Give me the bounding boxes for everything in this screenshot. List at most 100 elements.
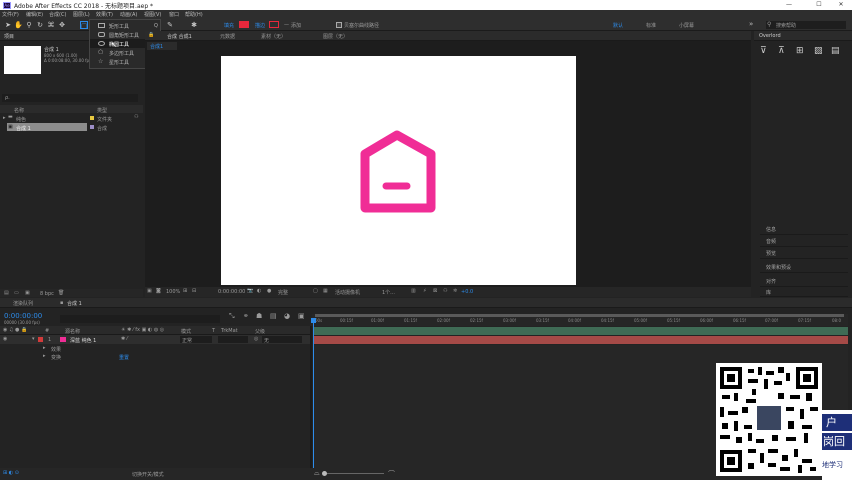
zoom-slider[interactable] [324, 473, 384, 474]
bezier-checkbox[interactable] [336, 22, 342, 28]
search-help-input[interactable]: 搜索帮助 [776, 22, 796, 29]
tab-composition[interactable]: 合成 合成1 [167, 33, 192, 40]
always-preview-icon[interactable]: ▣ [147, 288, 152, 294]
resolution-dropdown[interactable]: 完整 [278, 289, 288, 296]
table-row[interactable]: ▸ ▬ 纯色 文件夹 ⚇ [0, 114, 143, 123]
menu-window[interactable]: 窗口 [169, 11, 179, 18]
panel-effects-presets[interactable]: 效果和预设 [760, 262, 848, 273]
layer-row[interactable]: ◉ ▾ 1 深蓝 纯色 1 ✱ ⁄ 正常 ◎ 无 [0, 335, 312, 344]
layer-name[interactable]: 深蓝 纯色 1 [70, 337, 96, 344]
reset-link[interactable]: 重置 [119, 354, 129, 361]
add-label[interactable]: 添加 [291, 22, 301, 29]
menu-animation[interactable]: 动画(A) [120, 11, 137, 18]
zoom-out-icon[interactable]: ⌓ [314, 469, 320, 478]
tab-comp-1[interactable]: 合成 1 [67, 300, 82, 307]
fill-label[interactable]: 填充 [224, 22, 234, 29]
import-icon[interactable]: ▤ [831, 46, 840, 56]
workspace-default[interactable]: 默认 [613, 22, 623, 29]
col-parent[interactable]: 父级 [255, 328, 265, 335]
pan-behind-tool-icon[interactable]: ✥ [58, 21, 66, 29]
work-area-bar[interactable] [315, 314, 844, 317]
expand-icon[interactable]: ▸ [43, 345, 46, 351]
toggle-switches-modes[interactable]: 切换开关/模式 [132, 471, 164, 478]
push-up-icon[interactable]: ⊼ [778, 46, 785, 56]
timeline-search[interactable] [60, 315, 220, 323]
tab-render-queue[interactable]: 渲染队列 [13, 300, 33, 307]
trkmat-dropdown[interactable] [218, 336, 248, 343]
puppet-tool-icon[interactable]: ✱ [190, 21, 198, 29]
col-name[interactable]: 名称 [14, 107, 24, 114]
exposure-value[interactable]: +0.0 [461, 289, 473, 295]
flowchart-icon[interactable]: ⚇ [134, 114, 138, 120]
layer-switch-icons[interactable]: ✱ ⁄ [121, 336, 128, 342]
col-source-name[interactable]: 源名称 [65, 328, 80, 335]
table-row[interactable]: ▣ 合成 1 合成 [0, 123, 143, 132]
safe-area-icon[interactable]: ⊟ [192, 288, 196, 294]
comp-nav-label[interactable]: 合成1 [150, 43, 163, 50]
shy-layers-icon[interactable]: ☗ [256, 312, 262, 320]
selection-tool-icon[interactable]: ➤ [4, 21, 12, 29]
new-folder-icon[interactable]: ▭ [14, 290, 19, 296]
stroke-label[interactable]: 描边 [255, 22, 265, 29]
camera-dropdown[interactable]: 活动摄像机 [335, 289, 360, 296]
project-search[interactable]: ρ. [2, 94, 138, 102]
interpret-icon[interactable]: ▤ [4, 290, 9, 296]
minimize-button[interactable]: — [780, 0, 798, 10]
mask-toggle-icon[interactable]: ◙ [156, 288, 161, 294]
expand-icon[interactable]: ▸ [3, 115, 6, 121]
av-toggle-icons[interactable]: ◉ ♫ ● 🔒 [3, 327, 27, 333]
zoom-tool-icon[interactable]: ⚲ [25, 21, 33, 29]
playhead-handle[interactable] [311, 318, 316, 323]
shape-tool-icon[interactable]: ▢ [80, 21, 88, 30]
tab-layer[interactable]: 图层（无） [323, 33, 348, 40]
pickwhip-icon[interactable]: ◎ [254, 336, 258, 342]
expand-icon[interactable]: ▸ [43, 353, 46, 359]
show-channel-icon[interactable]: ◐ [257, 288, 261, 294]
stroke-width[interactable]: — [284, 22, 289, 28]
playhead[interactable] [313, 318, 314, 468]
menu-edit[interactable]: 编辑(E) [26, 11, 43, 18]
workspace-standard[interactable]: 标准 [646, 22, 656, 29]
stroke-swatch[interactable] [269, 21, 279, 28]
new-comp-icon[interactable]: ▣ [25, 290, 30, 296]
lock-icon[interactable]: 🔒 [148, 32, 154, 38]
tab-metadata[interactable]: 元数据 [220, 33, 235, 40]
panel-info[interactable]: 信息 [760, 224, 848, 235]
menu-effect[interactable]: 效果(T) [96, 11, 113, 18]
image-icon[interactable]: ▨ [814, 46, 823, 56]
comp-nav[interactable]: 合成1 [147, 42, 177, 50]
rotate-tool-icon[interactable]: ↻ [36, 21, 44, 29]
views-dropdown[interactable]: 1个... [382, 289, 395, 296]
roi-icon[interactable]: ▢ [313, 288, 318, 294]
project-tab[interactable]: 项目 [4, 33, 14, 40]
color-icon[interactable]: ● [267, 288, 271, 294]
view-layout-icon[interactable]: ▥ [411, 288, 416, 294]
label-color[interactable] [90, 125, 94, 129]
zoom-slider-handle[interactable] [322, 471, 327, 476]
flowchart-icon[interactable]: ⚇ [443, 288, 447, 294]
draft-3d-icon[interactable]: ⚭ [243, 312, 249, 320]
menu-view[interactable]: 视图(V) [144, 11, 161, 18]
comp-mini-flow-icon[interactable]: ⤡ [229, 312, 235, 321]
effects-row[interactable]: ▸ 效果 [0, 344, 312, 353]
layer-duration-bar[interactable] [314, 327, 848, 335]
current-timecode[interactable]: 0:00:00:00 [4, 312, 42, 320]
composition-canvas[interactable] [221, 56, 576, 285]
fast-preview-icon[interactable]: ⚡ [423, 288, 427, 294]
mode-dropdown[interactable]: 正常 [180, 336, 212, 344]
menu-item-rectangle[interactable]: 矩形工具 Q [90, 21, 160, 30]
zoom-dropdown[interactable]: 100% [166, 289, 180, 295]
search-help-box[interactable]: ⚲ 搜索帮助 [766, 21, 846, 29]
col-trkmat[interactable]: TrkMat [221, 328, 238, 334]
snapshot-icon[interactable]: 📷 [247, 288, 253, 294]
col-mode[interactable]: 模式 [181, 328, 191, 335]
grid-icon[interactable]: ⊞ [183, 288, 187, 294]
panel-audio[interactable]: 音频 [760, 236, 848, 247]
col-type[interactable]: 类型 [97, 107, 107, 114]
viewer-timecode[interactable]: 0:00:00:00 [218, 289, 245, 295]
switches-icons[interactable]: ☀ ✱ ⁄ fx ▣ ◐ ◍ ◎ [121, 327, 164, 333]
menu-composition[interactable]: 合成(C) [49, 11, 66, 18]
expand-icon[interactable]: ▾ [32, 336, 35, 342]
panel-align[interactable]: 对齐 [760, 276, 848, 287]
panel-library[interactable]: 库 [760, 288, 848, 297]
